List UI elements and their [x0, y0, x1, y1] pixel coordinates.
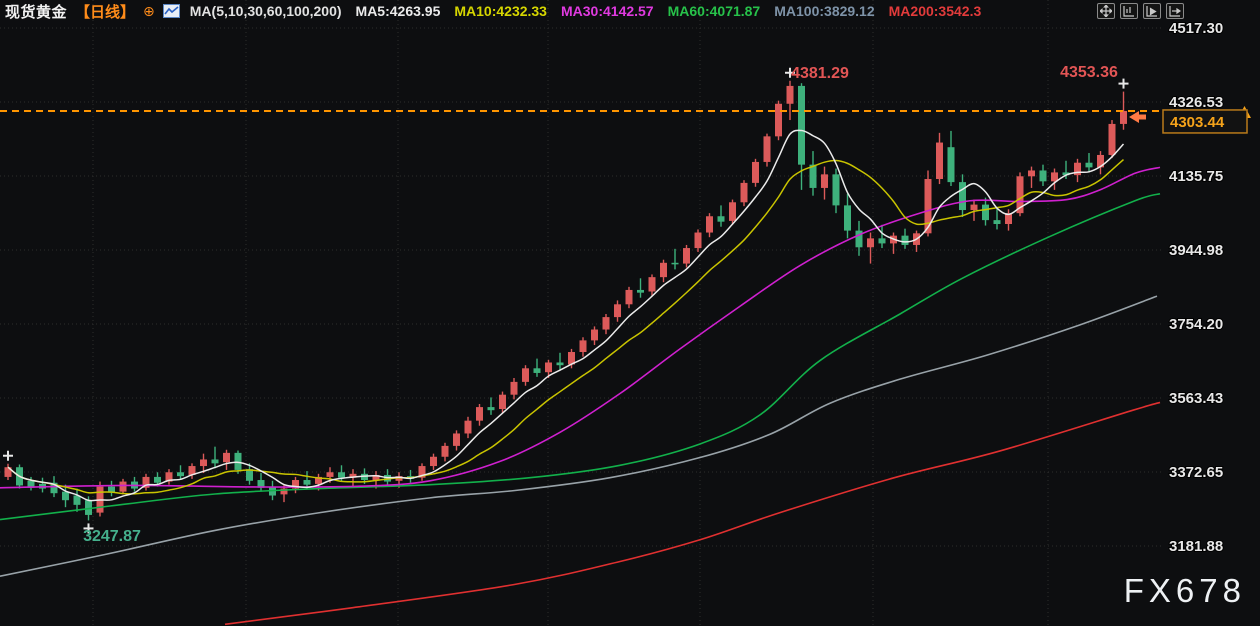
axis-tick-label: 3944.98	[1169, 242, 1223, 259]
chart-background	[0, 0, 1260, 626]
price-scale-icon[interactable]	[1120, 3, 1138, 19]
axis-tick-label: 3372.65	[1169, 464, 1223, 481]
price-annotation: 3247.87	[83, 528, 141, 545]
axis-tick-label: 4326.53	[1169, 94, 1223, 111]
add-compare-icon[interactable]: ⊕	[143, 4, 155, 18]
price-annotation: 4381.29	[791, 65, 849, 82]
chart-header: 现货黄金 【日线】 ⊕ MA(5,10,30,60,100,200) MA5:4…	[5, 2, 981, 20]
chart-style-icon[interactable]	[163, 4, 180, 18]
playback-icon[interactable]	[1143, 3, 1161, 19]
last-price-label: 4303.44	[1170, 114, 1225, 131]
move-tool-icon[interactable]	[1097, 3, 1115, 19]
axis-tick-label: 3181.88	[1169, 538, 1223, 555]
price-annotation: 4353.36	[1060, 64, 1118, 81]
symbol-name: 现货黄金	[5, 1, 67, 22]
ma30-value: MA30:4142.57	[561, 3, 654, 19]
axis-tick-label: 3754.20	[1169, 316, 1223, 333]
chart-window: 4381.29 4353.36 3247.87 4517.30 4326.53 4135.…	[0, 0, 1260, 626]
ma5-value: MA5:4263.95	[356, 3, 441, 19]
timeframe-label[interactable]: 【日线】	[75, 1, 135, 22]
ma60-value: MA60:4071.87	[668, 3, 761, 19]
ma-settings-label[interactable]: MA(5,10,30,60,100,200)	[190, 3, 342, 19]
chart-toolbar	[1097, 3, 1184, 19]
ma100-value: MA100:3829.12	[774, 3, 874, 19]
axis-tick-label: 4517.30	[1169, 20, 1223, 37]
price-chart[interactable]: 4381.29 4353.36 3247.87 4517.30 4326.53 4135.…	[0, 0, 1260, 626]
ma10-value: MA10:4232.33	[454, 3, 547, 19]
go-to-latest-icon[interactable]	[1166, 3, 1184, 19]
ma200-value: MA200:3542.3	[889, 3, 982, 19]
axis-tick-label: 3563.43	[1169, 390, 1223, 407]
fx678-watermark: FX678	[1124, 572, 1246, 610]
axis-tick-label: 4135.75	[1169, 168, 1223, 185]
